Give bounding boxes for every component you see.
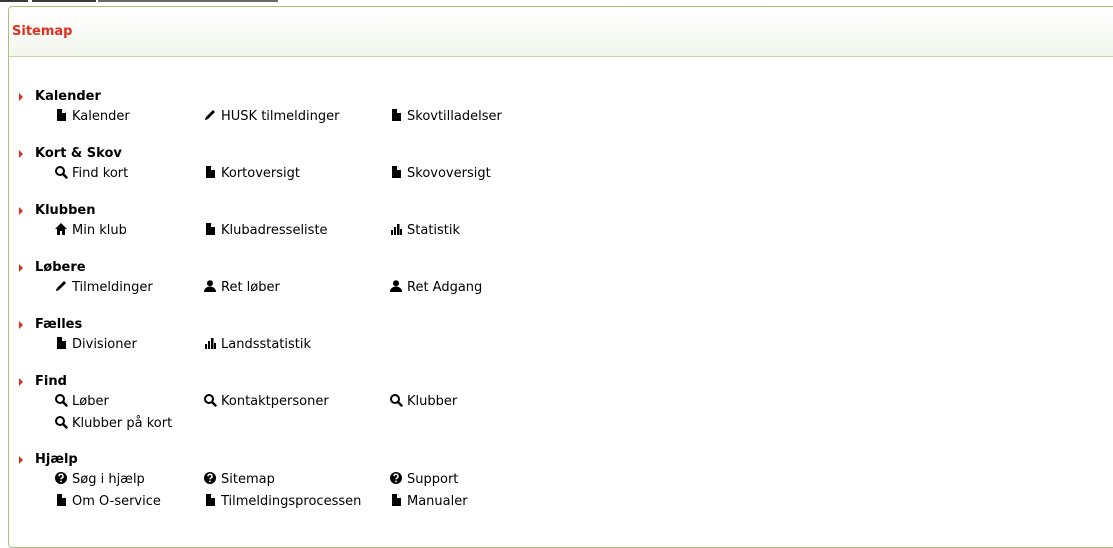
- caret-right-icon: [19, 378, 23, 386]
- sitemap-link[interactable]: Klubber på kort: [54, 415, 172, 432]
- sitemap-link[interactable]: Søg i hjælp: [54, 471, 145, 488]
- sitemap-link[interactable]: Klubber: [389, 393, 457, 410]
- search-icon: [389, 393, 403, 407]
- link-label: Tilmeldingsprocessen: [221, 494, 362, 509]
- link-label: Find kort: [72, 166, 129, 181]
- sitemap-link[interactable]: Løber: [54, 393, 109, 410]
- file-icon: [389, 108, 403, 122]
- pencil-icon: [54, 279, 68, 293]
- sitemap-link[interactable]: Kontaktpersoner: [203, 393, 329, 410]
- search-icon: [54, 415, 68, 429]
- link-label: Klubber på kort: [72, 416, 173, 431]
- section-title: Hjælp: [19, 452, 78, 467]
- help-icon: [203, 471, 217, 485]
- file-icon: [389, 493, 403, 507]
- file-icon: [203, 493, 217, 507]
- section-title: Løbere: [19, 260, 86, 275]
- link-label: Om O-service: [72, 494, 161, 509]
- sitemap-link[interactable]: Ret løber: [203, 279, 280, 296]
- link-label: Løber: [72, 394, 109, 409]
- link-label: Ret Adgang: [407, 280, 483, 295]
- user-icon: [203, 279, 217, 293]
- caret-right-icon: [19, 264, 23, 272]
- search-icon: [203, 393, 217, 407]
- file-icon: [54, 493, 68, 507]
- help-icon: [389, 471, 403, 485]
- link-label: Søg i hjælp: [72, 472, 145, 487]
- section-title-label: Klubben: [35, 203, 96, 218]
- sitemap-link[interactable]: Kortoversigt: [203, 165, 300, 182]
- sitemap-link[interactable]: Ret Adgang: [389, 279, 482, 296]
- link-label: HUSK tilmeldinger: [221, 109, 340, 124]
- link-label: Skovtilladelser: [407, 109, 502, 124]
- sitemap-link[interactable]: Tilmeldingsprocessen: [203, 493, 361, 510]
- link-label: Skovoversigt: [407, 166, 491, 181]
- link-label: Klubber: [407, 394, 458, 409]
- section-title-label: Find: [35, 374, 67, 389]
- link-label: Ret løber: [221, 280, 280, 295]
- link-label: Kontaktpersoner: [221, 394, 329, 409]
- sitemap-link[interactable]: Skovtilladelser: [389, 108, 502, 125]
- bar-chart-icon: [203, 336, 217, 350]
- sitemap-link[interactable]: Manualer: [389, 493, 468, 510]
- file-icon: [54, 336, 68, 350]
- link-label: Manualer: [407, 494, 468, 509]
- file-icon: [203, 165, 217, 179]
- section-title-label: Fælles: [35, 317, 83, 332]
- link-label: Statistik: [407, 223, 461, 238]
- sitemap-panel: Sitemap Kalender Kalender HUSK tilmeldinge…: [8, 6, 1113, 548]
- sitemap-link[interactable]: Om O-service: [54, 493, 161, 510]
- file-icon: [389, 165, 403, 179]
- section-title-label: Løbere: [35, 260, 86, 275]
- sitemap-link[interactable]: Landsstatistik: [203, 336, 311, 353]
- section-title: Find: [19, 374, 67, 389]
- sitemap-link[interactable]: Support: [389, 471, 458, 488]
- link-label: Kortoversigt: [221, 166, 300, 181]
- link-label: Min klub: [72, 223, 127, 238]
- section-title-label: Kalender: [35, 89, 101, 104]
- search-icon: [54, 165, 68, 179]
- link-label: Klubadresseliste: [221, 223, 328, 238]
- sitemap-link[interactable]: Tilmeldinger: [54, 279, 153, 296]
- link-label: Sitemap: [221, 472, 275, 487]
- caret-right-icon: [19, 321, 23, 329]
- panel-header: Sitemap: [9, 7, 1113, 57]
- file-icon: [54, 108, 68, 122]
- section-title: Klubben: [19, 203, 96, 218]
- link-label: Kalender: [72, 109, 130, 124]
- sitemap-link[interactable]: Divisioner: [54, 336, 137, 353]
- section-title-label: Hjælp: [35, 452, 78, 467]
- sitemap-link[interactable]: Skovoversigt: [389, 165, 491, 182]
- link-label: Divisioner: [72, 337, 137, 352]
- sitemap-link[interactable]: Find kort: [54, 165, 128, 182]
- sitemap-link[interactable]: Min klub: [54, 222, 127, 239]
- bar-chart-icon: [389, 222, 403, 236]
- caret-right-icon: [19, 93, 23, 101]
- home-icon: [54, 222, 68, 236]
- caret-right-icon: [19, 150, 23, 158]
- section-title: Fælles: [19, 317, 83, 332]
- sitemap-link[interactable]: Statistik: [389, 222, 460, 239]
- top-strip: [0, 0, 330, 3]
- caret-right-icon: [19, 456, 23, 464]
- section-title-label: Kort & Skov: [35, 146, 122, 161]
- caret-right-icon: [19, 207, 23, 215]
- file-icon: [203, 222, 217, 236]
- panel-title: Sitemap: [12, 24, 73, 39]
- sitemap-link[interactable]: HUSK tilmeldinger: [203, 108, 340, 125]
- sitemap-link[interactable]: Kalender: [54, 108, 130, 125]
- section-title: Kort & Skov: [19, 146, 122, 161]
- search-icon: [54, 393, 68, 407]
- link-label: Support: [407, 472, 459, 487]
- user-icon: [389, 279, 403, 293]
- pencil-icon: [203, 108, 217, 122]
- link-label: Tilmeldinger: [72, 280, 153, 295]
- link-label: Landsstatistik: [221, 337, 312, 352]
- help-icon: [54, 471, 68, 485]
- section-title: Kalender: [19, 89, 101, 104]
- sitemap-link[interactable]: Sitemap: [203, 471, 275, 488]
- sitemap-link[interactable]: Klubadresseliste: [203, 222, 328, 239]
